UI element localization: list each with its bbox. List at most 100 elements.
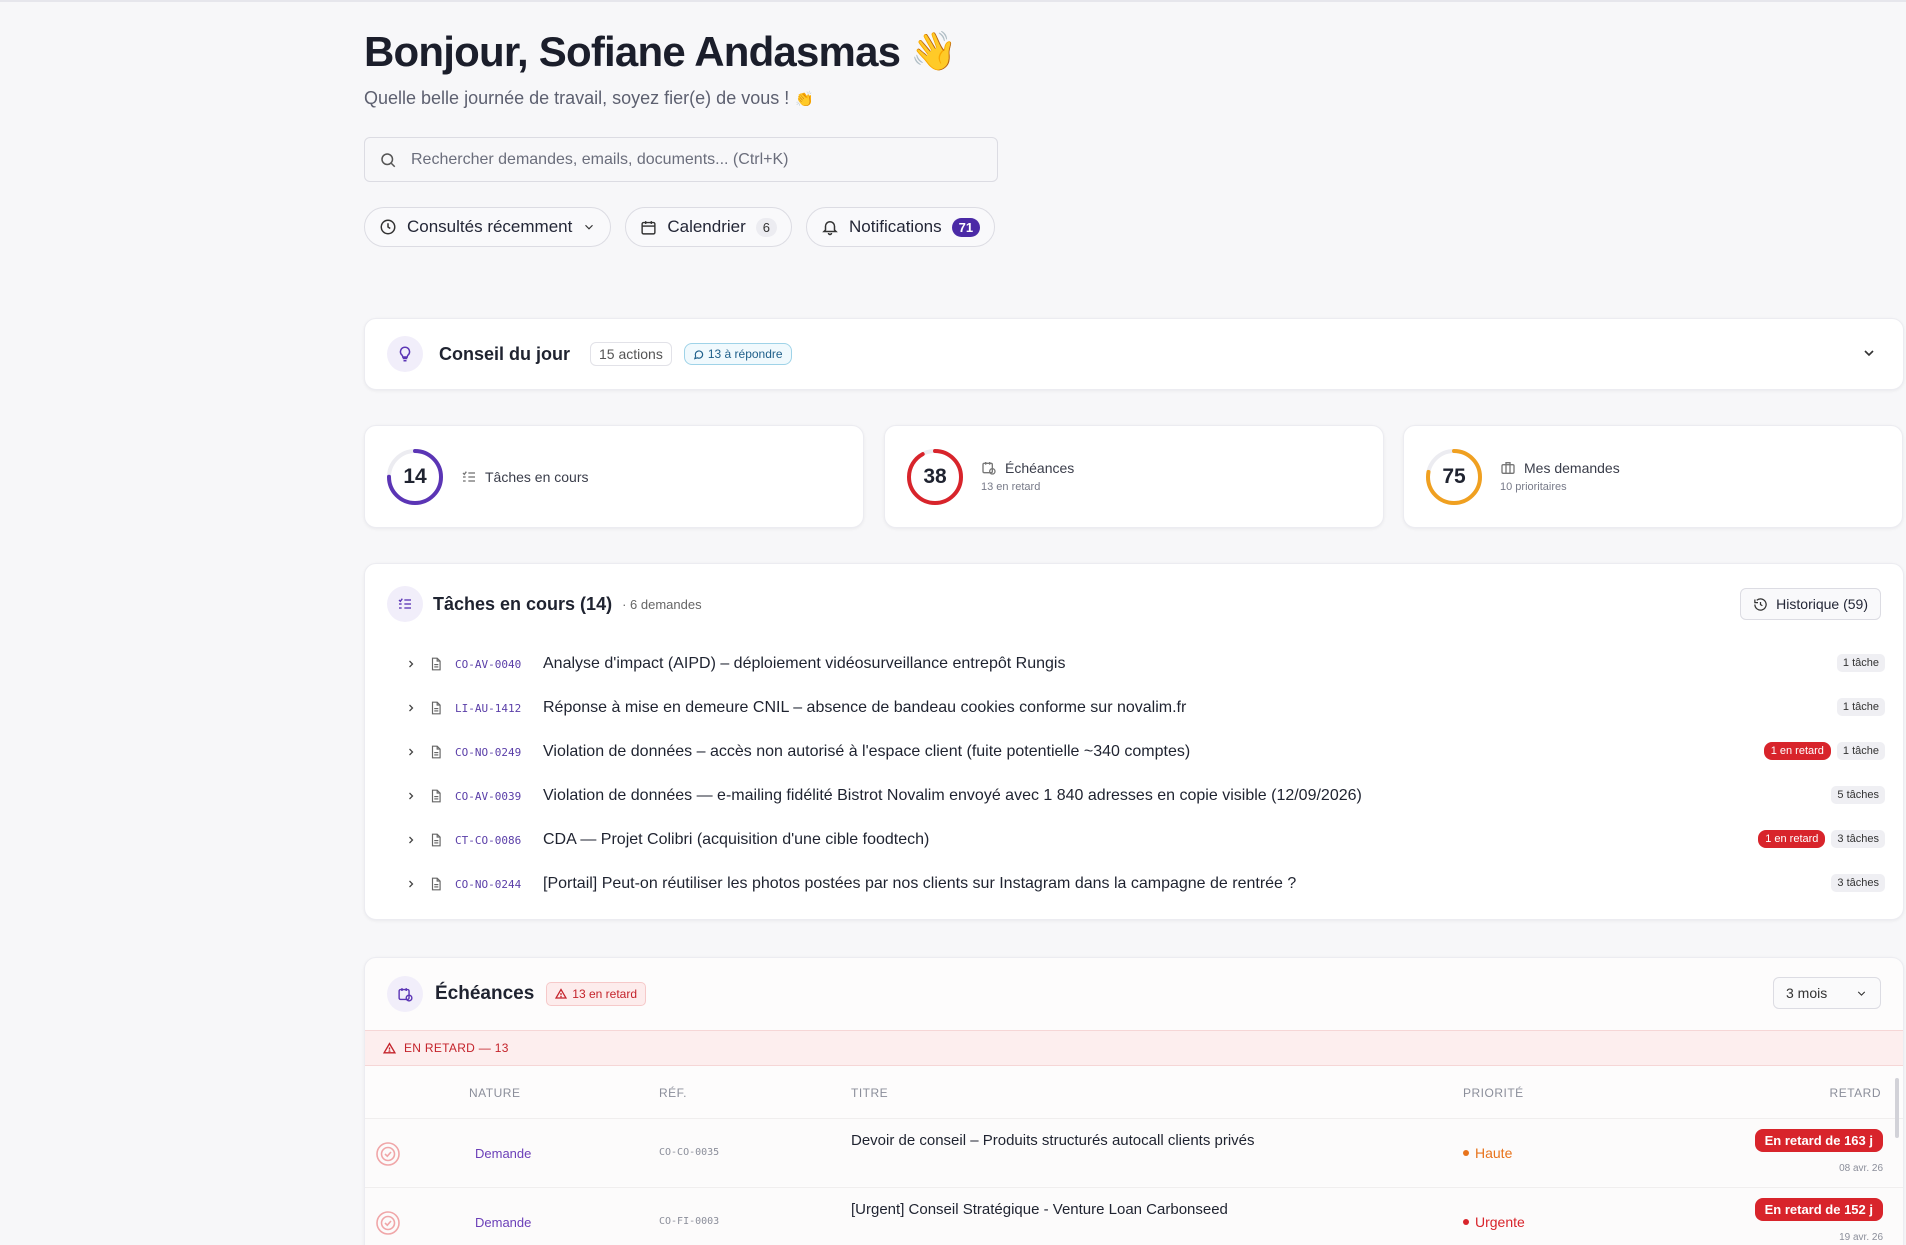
chevron-right-icon[interactable]: [405, 834, 417, 846]
tache-title[interactable]: Violation de données — e-mailing fidélit…: [543, 787, 1362, 805]
clapping-hands-icon: 👏: [795, 90, 814, 108]
tache-row[interactable]: LI-AU-1412 Réponse à mise en demeure CNIL…: [405, 686, 1885, 730]
stat-card-echeances[interactable]: 38 Échéances 13 en retard: [884, 425, 1384, 528]
calendar-clock-icon: [982, 462, 996, 475]
tache-ref[interactable]: CO-NO-0244: [455, 878, 531, 891]
stat-card-demandes[interactable]: 75 Mes demandes 10 prioritaires: [1403, 425, 1903, 528]
late-badge: 1 en retard: [1758, 830, 1826, 848]
tache-row[interactable]: CO-NO-0249 Violation de données – accès n…: [405, 730, 1885, 774]
conseil-du-jour-panel[interactable]: Conseil du jour 15 actions 13 à répondre: [364, 318, 1904, 390]
taches-panel: Tâches en cours (14) · 6 demandes Histor…: [364, 563, 1904, 920]
calendar-button[interactable]: Calendrier 6: [625, 207, 793, 247]
column-header-nature[interactable]: NATURE: [469, 1086, 520, 1100]
chevron-right-icon[interactable]: [405, 878, 417, 890]
echeance-row[interactable]: Demande CO-FI-0003 [Urgent] Conseil Straté…: [365, 1187, 1903, 1245]
echeance-row[interactable]: Demande CO-CO-0035 Devoir de conseil – Pro…: [365, 1118, 1903, 1186]
stat-sublabel: 10 prioritaires: [1500, 481, 1567, 493]
tache-badges: 3 tâches: [1831, 874, 1885, 892]
warning-icon: [383, 1041, 396, 1054]
late-count-badge: 13 en retard: [546, 982, 647, 1006]
stat-value: 14: [403, 464, 427, 488]
column-header-priority[interactable]: PRIORITÉ: [1463, 1086, 1524, 1100]
late-badge: 1 en retard: [1763, 742, 1831, 760]
tache-badges: 1 en retard 3 tâches: [1758, 830, 1885, 848]
recent-dropdown[interactable]: Consultés récemment: [364, 207, 612, 247]
search-icon: [381, 152, 396, 167]
document-icon: [431, 657, 441, 671]
taches-title: Tâches en cours (14): [433, 593, 613, 614]
task-count-badge: 3 tâches: [1831, 874, 1885, 892]
stat-label: Mes demandes: [1524, 460, 1620, 476]
chevron-right-icon[interactable]: [405, 658, 417, 670]
check-circle-icon[interactable]: [375, 1210, 401, 1236]
period-select[interactable]: 3 mois: [1773, 977, 1881, 1009]
tache-row[interactable]: CO-NO-0244 [Portail] Peut-on réutiliser l…: [405, 862, 1885, 906]
search-bar[interactable]: [364, 137, 998, 182]
message-icon: [693, 349, 704, 360]
list-check-icon: [462, 470, 475, 482]
tache-title[interactable]: Violation de données – accès non autoris…: [543, 743, 1190, 761]
calendar-icon: [641, 220, 656, 235]
column-header-title[interactable]: TITRE: [851, 1086, 888, 1100]
check-circle-icon[interactable]: [375, 1141, 401, 1167]
column-header-delay[interactable]: RETARD: [1830, 1086, 1881, 1100]
tache-title[interactable]: CDA — Projet Colibri (acquisition d'une …: [543, 831, 929, 849]
progress-ring: 75: [1424, 447, 1484, 507]
taches-header: Tâches en cours (14) · 6 demandes: [387, 586, 702, 622]
chevron-down-icon[interactable]: [1861, 345, 1877, 361]
scrollbar[interactable]: [1895, 1078, 1899, 1138]
stat-value: 38: [923, 464, 947, 488]
history-icon: [1754, 597, 1767, 611]
ref-label: CO-FI-0003: [659, 1216, 720, 1227]
search-input[interactable]: [411, 150, 971, 169]
tache-ref[interactable]: CO-AV-0039: [455, 790, 531, 803]
conseil-title: Conseil du jour: [439, 343, 571, 364]
recent-label: Consultés récemment: [407, 217, 573, 236]
late-section-header[interactable]: EN RETARD — 13: [365, 1030, 1903, 1066]
tache-row[interactable]: CO-AV-0039 Violation de données — e-maili…: [405, 774, 1885, 818]
echeance-title[interactable]: Devoir de conseil – Produits structurés …: [851, 1132, 1255, 1149]
to-answer-badge: 13 à répondre: [683, 343, 792, 365]
tache-row[interactable]: CO-AV-0040 Analyse d'impact (AIPD) – dépl…: [405, 642, 1885, 686]
tache-ref[interactable]: CO-AV-0040: [455, 658, 531, 671]
nature-label: Demande: [475, 1146, 532, 1161]
tache-ref[interactable]: LI-AU-1412: [455, 702, 531, 715]
tache-badges: 1 en retard 1 tâche: [1763, 742, 1885, 760]
stat-sublabel: 13 en retard: [981, 481, 1041, 493]
document-icon: [431, 877, 441, 891]
stat-card-taches[interactable]: 14 Tâches en cours: [364, 425, 864, 528]
nature-label: Demande: [475, 1215, 532, 1230]
ref-label: CO-CO-0035: [659, 1147, 720, 1158]
chevron-right-icon[interactable]: [405, 790, 417, 802]
taches-meta: · 6 demandes: [622, 596, 702, 612]
waving-hand-icon: 👋: [910, 31, 957, 73]
tache-badges: 5 tâches: [1831, 786, 1885, 804]
page-title: Bonjour, Sofiane Andasmas 👋: [364, 28, 958, 75]
tache-ref[interactable]: CO-NO-0249: [455, 746, 531, 759]
echeance-title[interactable]: [Urgent] Conseil Stratégique - Venture L…: [851, 1201, 1228, 1218]
document-icon: [431, 833, 441, 847]
notifications-label: Notifications: [849, 217, 942, 236]
calendar-count-badge: 6: [755, 217, 778, 237]
tache-title[interactable]: Analyse d'impact (AIPD) – déploiement vi…: [543, 655, 1065, 673]
notifications-button[interactable]: Notifications 71: [806, 207, 996, 247]
actions-count-badge: 15 actions: [590, 342, 672, 366]
stat-label: Tâches en cours: [485, 468, 589, 485]
priority-dot: [1463, 1150, 1469, 1156]
task-count-badge: 1 tâche: [1836, 654, 1885, 672]
tache-badges: 1 tâche: [1836, 698, 1885, 716]
tache-title[interactable]: [Portail] Peut-on réutiliser les photos …: [543, 875, 1296, 893]
list-check-icon: [387, 586, 423, 622]
priority-label: Haute: [1463, 1145, 1512, 1161]
history-button[interactable]: Historique (59): [1740, 588, 1881, 620]
task-count-badge: 1 tâche: [1836, 742, 1885, 760]
echeances-panel: Échéances 13 en retard 3 mois EN RETARD …: [364, 957, 1904, 1245]
tache-row[interactable]: CT-CO-0086 CDA — Projet Colibri (acquisit…: [405, 818, 1885, 862]
column-header-ref[interactable]: RÉF.: [659, 1086, 687, 1100]
tache-title[interactable]: Réponse à mise en demeure CNIL – absence…: [543, 699, 1186, 717]
task-count-badge: 1 tâche: [1836, 698, 1885, 716]
chevron-right-icon[interactable]: [405, 746, 417, 758]
tache-ref[interactable]: CT-CO-0086: [455, 834, 531, 847]
chevron-right-icon[interactable]: [405, 702, 417, 714]
task-count-badge: 3 tâches: [1831, 830, 1885, 848]
